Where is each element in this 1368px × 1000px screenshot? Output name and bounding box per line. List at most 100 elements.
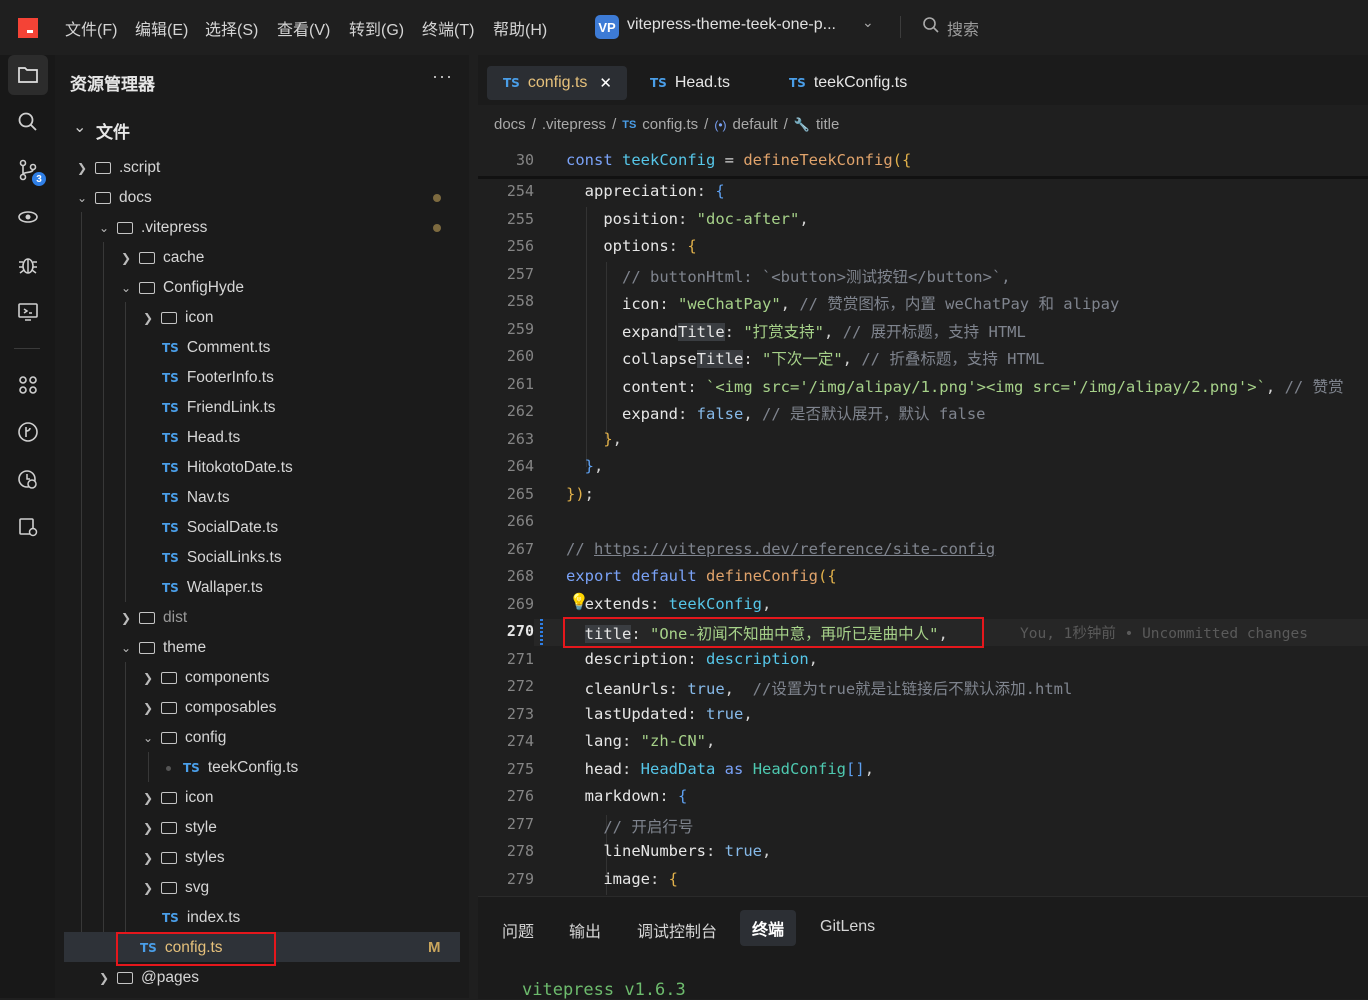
code-line[interactable]: expandTitle: "打赏支持", // 展开标题，支持 HTML — [566, 320, 1026, 342]
panel-tab-terminal[interactable]: 终端 — [740, 910, 797, 946]
code-line[interactable]: position: "doc-after", — [566, 210, 808, 228]
code-line[interactable]: image: { — [566, 870, 678, 888]
tree-file-teekconfig[interactable]: TS teekConfig.ts — [162, 753, 298, 783]
explorer-icon[interactable] — [8, 55, 48, 95]
chevron-down-icon[interactable]: ⌄ — [862, 14, 874, 31]
extensions-icon[interactable] — [8, 365, 48, 405]
source-control-icon[interactable]: 3 — [8, 150, 48, 190]
code-line[interactable]: export default defineConfig({ — [566, 567, 837, 585]
search-view-icon[interactable] — [8, 102, 48, 142]
panel-tab-gitlens[interactable]: GitLens — [820, 918, 875, 936]
tree-folder-composables[interactable]: ❯ composables — [141, 693, 276, 723]
code-line[interactable]: description: description, — [566, 650, 818, 668]
code-line[interactable]: const teekConfig = defineTeekConfig({ — [566, 151, 911, 169]
tree-folder-icon-2[interactable]: ❯ icon — [141, 783, 213, 813]
gitlens-icon[interactable] — [8, 197, 48, 237]
code-line[interactable]: lineNumbers: true, — [566, 842, 771, 860]
code-line[interactable]: expand: false, // 是否默认展开，默认 false — [566, 402, 986, 424]
tree-folder-vitepress[interactable]: ⌄ .vitepress — [97, 213, 207, 243]
panel-tab-debug-console[interactable]: 调试控制台 — [637, 918, 717, 942]
code-line[interactable]: }); — [566, 485, 594, 503]
chevron-down-icon: ⌄ — [142, 731, 154, 745]
tree-file-head[interactable]: TS Head.ts — [162, 423, 240, 453]
git-graph-icon[interactable] — [8, 412, 48, 452]
code-line[interactable]: // buttonHtml: `<button>测试按钮</button>`, — [566, 265, 1011, 287]
menu-help[interactable]: 帮助(H) — [493, 16, 547, 40]
code-line[interactable]: content: `<img src='/img/alipay/1.png'><… — [566, 375, 1344, 397]
tree-file-index[interactable]: TS index.ts — [162, 903, 240, 933]
code-line[interactable]: }, — [566, 457, 604, 475]
breadcrumb-title[interactable]: title — [816, 116, 839, 133]
timeline-icon[interactable] — [8, 460, 48, 500]
menu-go[interactable]: 转到(G) — [349, 16, 404, 40]
debug-icon[interactable] — [8, 245, 48, 285]
menu-select[interactable]: 选择(S) — [205, 16, 258, 40]
tree-folder-config[interactable]: ⌄ config — [141, 723, 226, 753]
code-line[interactable]: // https://vitepress.dev/reference/site-… — [566, 540, 995, 558]
tree-file-wallaper[interactable]: TS Wallaper.ts — [162, 573, 263, 603]
settings-sync-icon[interactable] — [8, 507, 48, 547]
code-line[interactable]: lang: "zh-CN", — [566, 732, 716, 750]
app-logo — [18, 18, 38, 38]
code-line[interactable]: }, — [566, 430, 622, 448]
tree-folder-cache[interactable]: ❯ cache — [119, 243, 204, 273]
menu-view[interactable]: 查看(V) — [277, 16, 330, 40]
tree-folder-dist[interactable]: ❯ dist — [119, 603, 187, 633]
tree-file-nav[interactable]: TS Nav.ts — [162, 483, 230, 513]
tree-folder-pages[interactable]: ❯ @pages — [97, 963, 199, 993]
files-section-header[interactable]: 文件 — [96, 118, 130, 143]
line-number: 267 — [506, 540, 534, 558]
breadcrumb-vitepress[interactable]: .vitepress — [542, 116, 606, 133]
tree-folder-style[interactable]: ❯ style — [141, 813, 217, 843]
tree-file-sociallinks[interactable]: TS SocialLinks.ts — [162, 543, 282, 573]
remote-explorer-icon[interactable] — [8, 292, 48, 332]
code-line[interactable]: cleanUrls: true, //设置为true就是让链接后不默认添加.ht… — [566, 677, 1073, 699]
more-actions-icon[interactable]: ··· — [432, 66, 453, 87]
tree-folder-script[interactable]: ❯ .script — [75, 153, 160, 183]
tree-folder-styles[interactable]: ❯ styles — [141, 843, 225, 873]
chevron-down-icon[interactable]: ⌄ — [73, 117, 86, 137]
tree-file-comment[interactable]: TS Comment.ts — [162, 333, 270, 363]
tree-file-friendlink[interactable]: TS FriendLink.ts — [162, 393, 276, 423]
code-line[interactable]: icon: "weChatPay", // 赞赏图标，内置 weChatPay … — [566, 292, 1119, 314]
line-number: 269 — [506, 595, 534, 613]
code-line[interactable]: head: HeadData as HeadConfig[], — [566, 760, 874, 778]
close-icon[interactable]: ✕ — [599, 74, 612, 92]
code-line[interactable]: options: { — [566, 237, 696, 255]
tree-folder-svg[interactable]: ❯ svg — [141, 873, 209, 903]
tree-folder-components[interactable]: ❯ components — [141, 663, 269, 693]
line-number: 266 — [506, 512, 534, 530]
project-icon[interactable]: VP — [595, 15, 619, 39]
code-line[interactable]: lastUpdated: true, — [566, 705, 753, 723]
tree-folder-theme[interactable]: ⌄ theme — [119, 633, 206, 663]
tree-file-socialdate[interactable]: TS SocialDate.ts — [162, 513, 278, 543]
tree-folder-docs[interactable]: ⌄ docs — [75, 183, 152, 213]
menu-file[interactable]: 文件(F) — [65, 16, 117, 40]
project-name[interactable]: vitepress-theme-teek-one-p... — [627, 16, 836, 34]
breadcrumb-config[interactable]: config.ts — [642, 116, 698, 133]
line-number: 264 — [506, 457, 534, 475]
code-line[interactable]: appreciation: { — [566, 182, 725, 200]
tab-head-ts[interactable]: TS Head.ts — [650, 66, 730, 100]
chevron-down-icon: ⌄ — [120, 281, 132, 295]
breadcrumb-default[interactable]: default — [733, 116, 778, 133]
tree-file-hitokotodate[interactable]: TS HitokotoDate.ts — [162, 453, 293, 483]
lightbulb-icon[interactable]: 💡 — [569, 592, 589, 612]
search-box[interactable]: 搜索 — [947, 16, 979, 40]
code-line[interactable]: // 开启行号 — [566, 815, 693, 837]
tree-file-footerinfo[interactable]: TS FooterInfo.ts — [162, 363, 274, 393]
search-icon[interactable] — [922, 16, 940, 34]
code-line[interactable]: collapseTitle: "下次一定", // 折叠标题，支持 HTML — [566, 347, 1045, 369]
terminal-output[interactable]: vitepress v1.6.3 — [522, 980, 686, 1000]
tab-config-ts[interactable]: TS config.ts ✕ — [487, 66, 627, 100]
panel-tab-output[interactable]: 输出 — [569, 918, 601, 942]
panel-tab-problems[interactable]: 问题 — [502, 918, 534, 942]
tree-folder-confighyde[interactable]: ⌄ ConfigHyde — [119, 273, 244, 303]
code-line[interactable]: extends: teekConfig, — [566, 595, 772, 613]
menu-edit[interactable]: 编辑(E) — [135, 16, 188, 40]
tree-folder-icon[interactable]: ❯ icon — [141, 303, 213, 333]
menu-terminal[interactable]: 终端(T) — [422, 16, 474, 40]
tab-teekconfig-ts[interactable]: TS teekConfig.ts — [789, 66, 907, 100]
breadcrumb-docs[interactable]: docs — [494, 116, 526, 133]
code-line[interactable]: markdown: { — [566, 787, 688, 805]
